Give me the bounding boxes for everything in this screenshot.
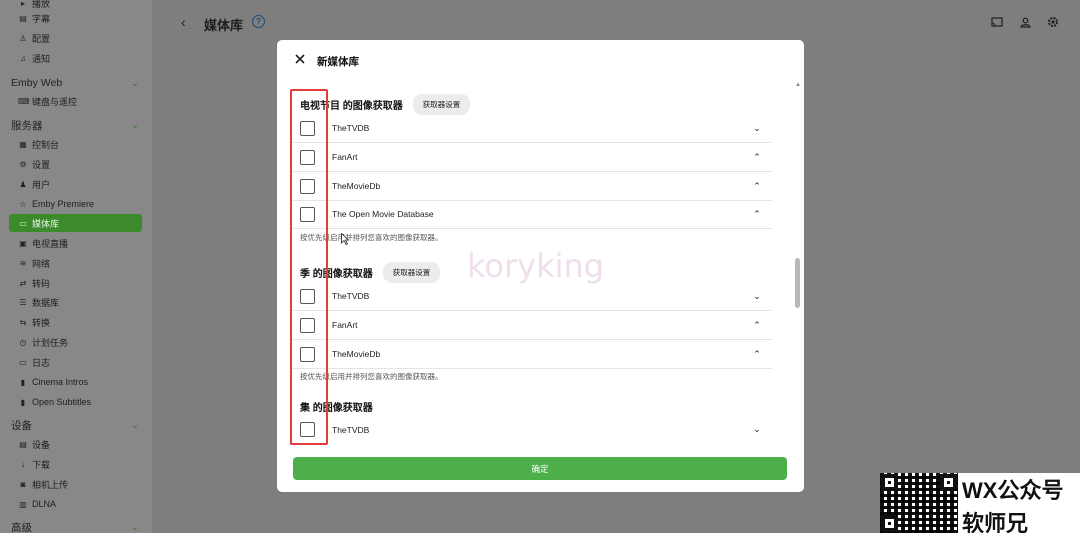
subtitles-icon: ▤ [19,13,27,23]
cast-icon[interactable] [991,16,1003,28]
confirm-button[interactable]: 确定 [293,457,787,480]
sidebar-item-devices[interactable]: ▤ 设备 [18,437,50,451]
sidebar-item-keyboard[interactable]: ⌨ 键盘与遥控 [18,94,77,108]
chevron-up-icon[interactable]: ⌃ [752,349,762,360]
folder-icon: ▭ [19,218,27,228]
sidebar-item-library[interactable]: ▭ 媒体库 [18,216,59,230]
sidebar-item-logs[interactable]: ▭ 日志 [18,355,50,369]
sidebar-section-devices[interactable]: 设备 ⌄ [11,418,141,432]
film-icon: ▮ [20,377,26,387]
chevron-down-icon: ⌄ [130,419,139,431]
dialog-title: 新媒体库 [317,56,359,68]
sidebar-section-emby-web[interactable]: Emby Web ⌄ [11,76,141,90]
chevron-down-icon[interactable]: ⌄ [752,291,762,302]
sidebar-item-emby-premiere[interactable]: ☆ Emby Premiere [18,197,94,211]
chevron-up-icon[interactable]: ⌃ [752,320,762,331]
tv-fetcher-settings-button[interactable]: 获取器设置 [412,94,471,115]
sidebar-item-settings[interactable]: ⚙ 设置 [18,157,50,171]
sidebar-item-camera-upload[interactable]: ◙ 相机上传 [18,477,68,491]
sidebar-item-notifications[interactable]: ♫ 通知 [18,51,50,65]
sidebar-item-scheduled-tasks[interactable]: ◷ 计划任务 [18,335,69,349]
qr-finder [881,474,898,491]
mouse-cursor-icon [341,232,350,248]
profile-icon: ♙ [19,33,27,43]
help-icon[interactable]: ? [252,15,265,28]
fetcher-row: TheTVDB ⌄ [293,415,772,444]
sidebar: ▸ 播放 ▤ 字幕 ♙ 配置 ♫ 通知 Emby Web ⌄ ⌨ 键盘与遥控 服务器 ⌄ ▦ 控… [0,0,152,533]
user-icon[interactable] [1019,16,1031,28]
film-icon: ▮ [20,397,26,407]
log-folder-icon: ▭ [19,357,27,367]
settings-gear-icon[interactable] [1047,16,1059,28]
fetcher-row: TheTVDB ⌄ [293,114,772,143]
fetcher-row: TheMovieDb ⌃ [293,340,772,369]
chevron-down-icon: ⌄ [130,119,139,131]
convert-icon: ⇆ [19,317,27,327]
watermark: koryking [467,247,605,285]
star-icon: ☆ [19,199,27,209]
sidebar-item-profiles[interactable]: ♙ 配置 [18,31,50,45]
fetcher-row: FanArt ⌃ [293,311,772,340]
fetcher-row: FanArt ⌃ [293,143,772,172]
dialog-header: 新媒体库 [277,40,804,80]
play-icon: ▸ [20,0,25,8]
dlna-icon: ▥ [19,499,27,509]
chevron-up-icon[interactable]: ⌃ [752,181,762,192]
badge-line-2: 软师兄 [962,511,1029,533]
download-icon: ↓ [21,459,25,469]
season-fetcher-settings-button[interactable]: 获取器设置 [382,262,441,283]
highlight-annotation-box [290,89,328,445]
fetcher-row: TheMovieDb ⌃ [293,172,772,201]
database-icon: ☰ [19,297,27,307]
bell-icon: ♫ [20,53,26,63]
wifi-icon: ≋ [19,258,27,268]
dashboard-icon: ▦ [19,139,27,149]
clock-icon: ◷ [19,337,27,347]
sidebar-item-playback[interactable]: ▸ 播放 [18,0,50,10]
qr-finder [881,515,898,532]
sidebar-item-transcoding[interactable]: ⇄ 转码 [18,276,50,290]
wechat-badge: WX公众号 软师兄 [880,473,1080,533]
transcode-icon: ⇄ [19,278,27,288]
chevron-down-icon[interactable]: ⌄ [752,123,762,134]
sidebar-item-dlna[interactable]: ▥ DLNA [18,497,56,511]
sidebar-item-cinema-intros[interactable]: ▮ Cinema Intros [18,375,88,389]
camera-icon: ◙ [20,479,26,489]
sidebar-item-users[interactable]: ♟ 用户 [18,177,50,191]
scrollbar-thumb[interactable] [795,258,800,308]
scroll-up-arrow-icon[interactable]: ▲ [795,82,801,88]
qr-finder [940,474,957,491]
back-button[interactable]: ‹ [181,14,186,30]
chevron-down-icon: ⌄ [130,77,139,89]
sidebar-section-advanced[interactable]: 高级 ⌄ [11,520,141,533]
fetcher-row: TheTVDB ⌄ [293,282,772,311]
close-icon[interactable] [293,52,307,66]
devices-icon: ▤ [19,439,27,449]
sidebar-item-open-subtitles[interactable]: ▮ Open Subtitles [18,395,91,409]
sidebar-item-subtitles[interactable]: ▤ 字幕 [18,11,50,25]
chevron-down-icon[interactable]: ⌄ [752,424,762,435]
sidebar-item-live-tv[interactable]: ▣ 电视直播 [18,236,68,250]
sidebar-item-database[interactable]: ☰ 数据库 [18,295,59,309]
fetcher-row: The Open Movie Database ⌃ [293,200,772,229]
chevron-up-icon[interactable]: ⌃ [752,152,762,163]
sidebar-item-conversions[interactable]: ⇆ 转换 [18,315,50,329]
sidebar-item-network[interactable]: ≋ 网络 [18,256,50,270]
gear-icon: ⚙ [19,159,27,169]
users-icon: ♟ [19,179,27,189]
tv-icon: ▣ [19,238,27,248]
sidebar-section-server[interactable]: 服务器 ⌄ [11,118,141,132]
sidebar-item-dashboard[interactable]: ▦ 控制台 [18,137,59,151]
sidebar-item-downloads[interactable]: ↓ 下载 [18,457,50,471]
badge-line-1: WX公众号 [962,478,1064,503]
page-title: 媒体库 [204,18,244,33]
chevron-up-icon[interactable]: ⌃ [752,209,762,220]
keyboard-icon: ⌨ [18,96,30,106]
chevron-down-icon: ⌄ [130,521,139,533]
